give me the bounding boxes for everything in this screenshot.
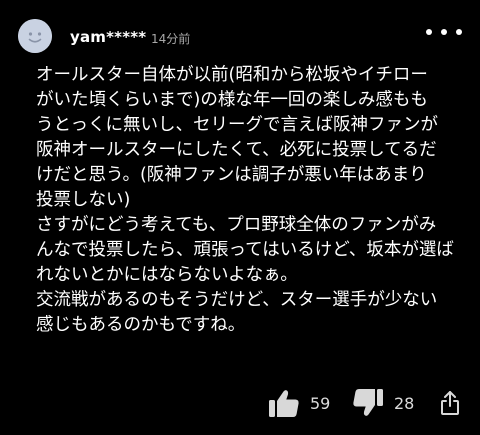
like-button[interactable]: 59 [268, 388, 330, 418]
more-horizontal-icon-dot [441, 29, 447, 35]
more-options-button[interactable] [426, 22, 462, 42]
username[interactable]: yam***** [70, 28, 146, 46]
comment-header: yam***** 14分前 [0, 0, 480, 64]
comment-body: オールスター自体が以前(昭和から松坂やイチロー がいた頃くらいまで)の様な年一回… [36, 63, 468, 338]
comment-line: 交流戦があるのもそうだけど、スター選手が少ない [36, 290, 438, 310]
more-horizontal-icon-dot [456, 29, 462, 35]
comment-line: れないとかにはならないよなぁ。 [36, 265, 298, 285]
timestamp: 14分前 [151, 32, 191, 46]
comment-line: うとっくに無いし、セリーグで言えば阪神ファンが [36, 115, 438, 135]
like-count: 59 [310, 393, 331, 413]
share-button[interactable] [440, 391, 460, 415]
comment-actions: 59 28 [0, 382, 480, 430]
comment-line: 感じもあるのかもですね。 [36, 315, 246, 335]
comment-line: さすがにどう考えても、プロ野球全体のファンがみ [36, 215, 437, 235]
comment-line: がいた頃くらいまで)の様な年一回の楽しみ感もも [36, 90, 428, 110]
dislike-count: 28 [394, 393, 415, 413]
comment-line: んなで投票したら、頑張ってはいるけど、坂本が選ば [36, 240, 454, 260]
thumbs-down-icon [353, 389, 383, 416]
share-icon [441, 391, 459, 415]
comment-line: けだと思う。(阪神ファンは調子が悪い年はあまり [36, 165, 427, 185]
avatar[interactable] [18, 19, 52, 53]
comment-line: 投票しない) [36, 190, 131, 210]
dislike-button[interactable]: 28 [352, 388, 414, 418]
comment-line: オールスター自体が以前(昭和から松坂やイチロー [36, 65, 428, 85]
comment-line: 阪神オールスターにしたくて、必死に投票してるだ [36, 140, 437, 160]
smiley-face-icon [18, 19, 52, 53]
more-horizontal-icon [426, 29, 432, 35]
thumbs-up-icon [269, 390, 299, 417]
